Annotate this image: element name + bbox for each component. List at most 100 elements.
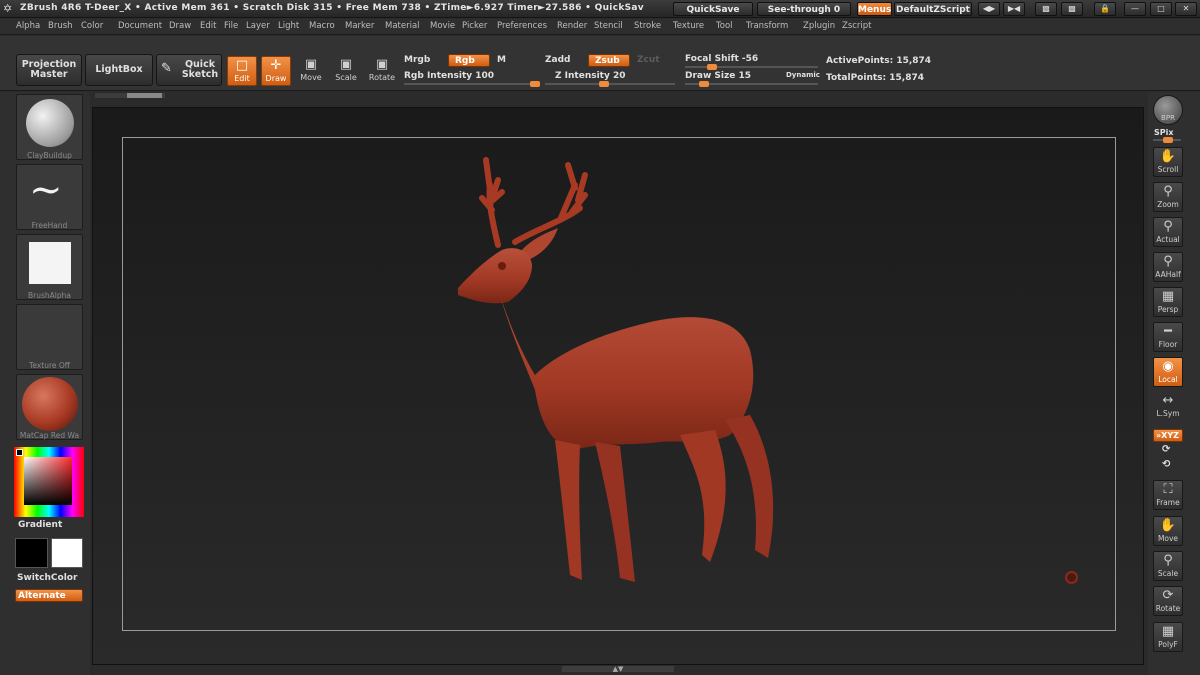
menu-zplugin[interactable]: Zplugin <box>803 21 835 31</box>
move-view-button[interactable]: ✋ Move <box>1153 516 1183 546</box>
brush-alpha-icon <box>29 242 71 284</box>
edit-button[interactable]: □ Edit <box>227 56 257 86</box>
menu-render[interactable]: Render <box>557 21 587 31</box>
rgb-toggle[interactable]: Rgb <box>448 54 490 67</box>
quick-sketch-button[interactable]: ✎ Quick Sketch <box>156 54 222 86</box>
mrgb-toggle[interactable]: Mrgb <box>404 55 430 65</box>
spix-knob[interactable] <box>1163 137 1173 143</box>
layout-a-icon[interactable]: ▩ <box>1035 2 1057 16</box>
material-selector[interactable]: MatCap Red Wa <box>16 374 83 440</box>
lsym-button[interactable]: ↔ L.Sym <box>1153 392 1183 422</box>
menu-picker[interactable]: Picker <box>462 21 487 31</box>
secondary-color-swatch[interactable] <box>51 538 83 568</box>
polyf-button[interactable]: ▦ PolyF <box>1153 622 1183 652</box>
local-button[interactable]: ◉ Local <box>1153 357 1183 387</box>
color-picker[interactable] <box>14 447 84 517</box>
xyz-rotation-toggle[interactable]: »XYZ <box>1153 429 1183 442</box>
scale-button[interactable]: ▣ Scale <box>331 56 361 86</box>
menu-color[interactable]: Color <box>81 21 103 31</box>
focal-shift-slider[interactable] <box>685 64 818 70</box>
menu-alpha[interactable]: Alpha <box>16 21 40 31</box>
top-scroll-thumb[interactable] <box>127 93 162 98</box>
actual-button[interactable]: ⚲ Actual <box>1153 217 1183 247</box>
brush-selector[interactable]: ClayBuildup <box>16 94 83 160</box>
menu-tool[interactable]: Tool <box>716 21 733 31</box>
deer-model[interactable] <box>440 150 780 600</box>
scale-view-label: Scale <box>1157 569 1179 578</box>
scale-view-button[interactable]: ⚲ Scale <box>1153 551 1183 581</box>
draw-size-slider[interactable] <box>685 81 818 87</box>
menu-preferences[interactable]: Preferences <box>497 21 547 31</box>
default-zscript-button[interactable]: DefaultZScript <box>894 2 972 16</box>
zoom-button[interactable]: ⚲ Zoom <box>1153 182 1183 212</box>
menu-movie[interactable]: Movie <box>430 21 455 31</box>
focal-shift-knob[interactable] <box>707 64 717 70</box>
move-button[interactable]: ▣ Move <box>296 56 326 86</box>
stroke-selector[interactable]: ~ FreeHand <box>16 164 83 230</box>
zadd-toggle[interactable]: Zadd <box>545 55 570 65</box>
rotate-view-button[interactable]: ⟳ Rotate <box>1153 586 1183 616</box>
m-toggle[interactable]: M <box>497 55 506 65</box>
menu-macro[interactable]: Macro <box>309 21 335 31</box>
menu-edit[interactable]: Edit <box>200 21 216 31</box>
menu-material[interactable]: Material <box>385 21 420 31</box>
lightbox-button[interactable]: LightBox <box>85 54 153 86</box>
alternate-button[interactable]: Alternate <box>15 589 83 602</box>
menu-texture[interactable]: Texture <box>673 21 704 31</box>
menu-stroke[interactable]: Stroke <box>634 21 661 31</box>
spix-slider[interactable] <box>1153 137 1181 143</box>
switchcolor-button[interactable]: SwitchColor <box>17 573 77 583</box>
menu-document[interactable]: Document <box>118 21 162 31</box>
menu-layer[interactable]: Layer <box>246 21 270 31</box>
aahalf-button[interactable]: ⚲ AAHalf <box>1153 252 1183 282</box>
rotate-button[interactable]: ▣ Rotate <box>367 56 397 86</box>
rgb-intensity-slider[interactable] <box>404 81 540 87</box>
menu-draw[interactable]: Draw <box>169 21 191 31</box>
dynamic-toggle[interactable]: Dynamic <box>786 71 820 79</box>
z-intensity-knob[interactable] <box>599 81 609 87</box>
maximize-icon[interactable]: □ <box>1150 2 1172 16</box>
zsub-toggle[interactable]: Zsub <box>588 54 630 67</box>
see-through-slider[interactable]: See-through 0 <box>757 2 851 16</box>
menu-stencil[interactable]: Stencil <box>594 21 623 31</box>
bpr-button[interactable]: BPR <box>1153 95 1183 125</box>
minimize-icon[interactable]: — <box>1124 2 1146 16</box>
layout-b-icon[interactable]: ▩ <box>1061 2 1083 16</box>
lsym-label: L.Sym <box>1156 409 1180 418</box>
draw-size-knob[interactable] <box>699 81 709 87</box>
menu-light[interactable]: Light <box>278 21 299 31</box>
menu-file[interactable]: File <box>224 21 238 31</box>
primary-color-swatch[interactable] <box>15 538 48 568</box>
spix-control[interactable]: SPix <box>1154 128 1174 137</box>
lock-icon[interactable]: 🔒 <box>1094 2 1116 16</box>
persp-button[interactable]: ▦ Persp <box>1153 287 1183 317</box>
top-scroll-track[interactable] <box>95 93 165 98</box>
quicksave-button[interactable]: QuickSave <box>673 2 753 16</box>
alpha-selector[interactable]: BrushAlpha <box>16 234 83 300</box>
next-layout-icon[interactable]: ▶◀ <box>1003 2 1025 16</box>
menus-button[interactable]: Menus <box>857 2 892 16</box>
close-icon[interactable]: ✕ <box>1175 2 1197 16</box>
scale-label: Scale <box>335 73 357 82</box>
rotate-z-icon[interactable]: ⟲ <box>1162 459 1170 470</box>
floor-button[interactable]: ━ Floor <box>1153 322 1183 352</box>
persp-label: Persp <box>1157 305 1179 314</box>
zcut-toggle[interactable]: Zcut <box>637 55 660 65</box>
prev-layout-icon[interactable]: ◀▶ <box>978 2 1000 16</box>
scroll-button[interactable]: ✋ Scroll <box>1153 147 1183 177</box>
projection-master-button[interactable]: Projection Master <box>16 54 82 86</box>
bottom-shelf-handle-icon[interactable]: ▲▼ <box>562 666 674 673</box>
menu-marker[interactable]: Marker <box>345 21 374 31</box>
draw-button[interactable]: ✛ Draw <box>261 56 291 86</box>
rgb-intensity-knob[interactable] <box>530 81 540 87</box>
menu-brush[interactable]: Brush <box>48 21 73 31</box>
rotate-y-icon[interactable]: ⟳ <box>1162 444 1170 455</box>
menu-zscript[interactable]: Zscript <box>842 21 872 31</box>
z-intensity-slider[interactable] <box>545 81 675 87</box>
menu-transform[interactable]: Transform <box>746 21 788 31</box>
move-label: Move <box>300 73 322 82</box>
frame-button[interactable]: ⛶ Frame <box>1153 480 1183 510</box>
gradient-label[interactable]: Gradient <box>18 520 62 530</box>
texture-selector[interactable]: Texture Off <box>16 304 83 370</box>
color-saturation-square[interactable] <box>24 457 72 505</box>
